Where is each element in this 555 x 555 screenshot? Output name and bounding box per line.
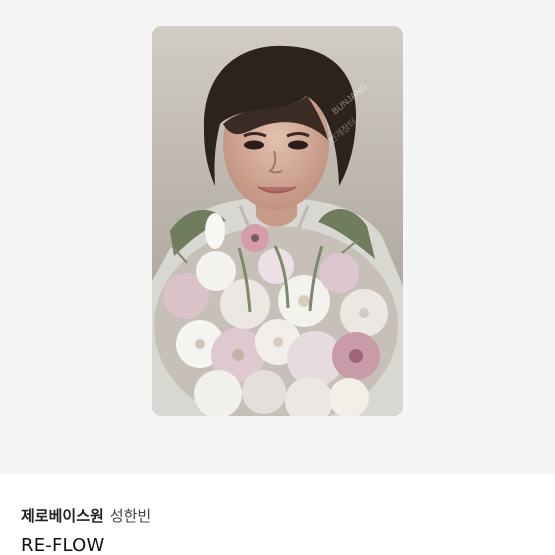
product-title[interactable]: 제로베이스원 성한빈 [21,505,151,526]
member-name: 성한빈 [109,507,152,525]
album-name[interactable]: RE-FLOW [21,535,104,555]
left-eye [244,140,264,150]
artist-name: 제로베이스원 [21,507,104,525]
photocard-illustration: BUNJANG 번개장터 [152,26,403,416]
product-page: BUNJANG 번개장터 제로베이스원 성한빈 RE-FLOW [0,0,555,555]
right-eye [288,140,308,150]
product-image-area[interactable]: BUNJANG 번개장터 [0,0,555,474]
photocard-image[interactable]: BUNJANG 번개장터 [152,26,403,416]
